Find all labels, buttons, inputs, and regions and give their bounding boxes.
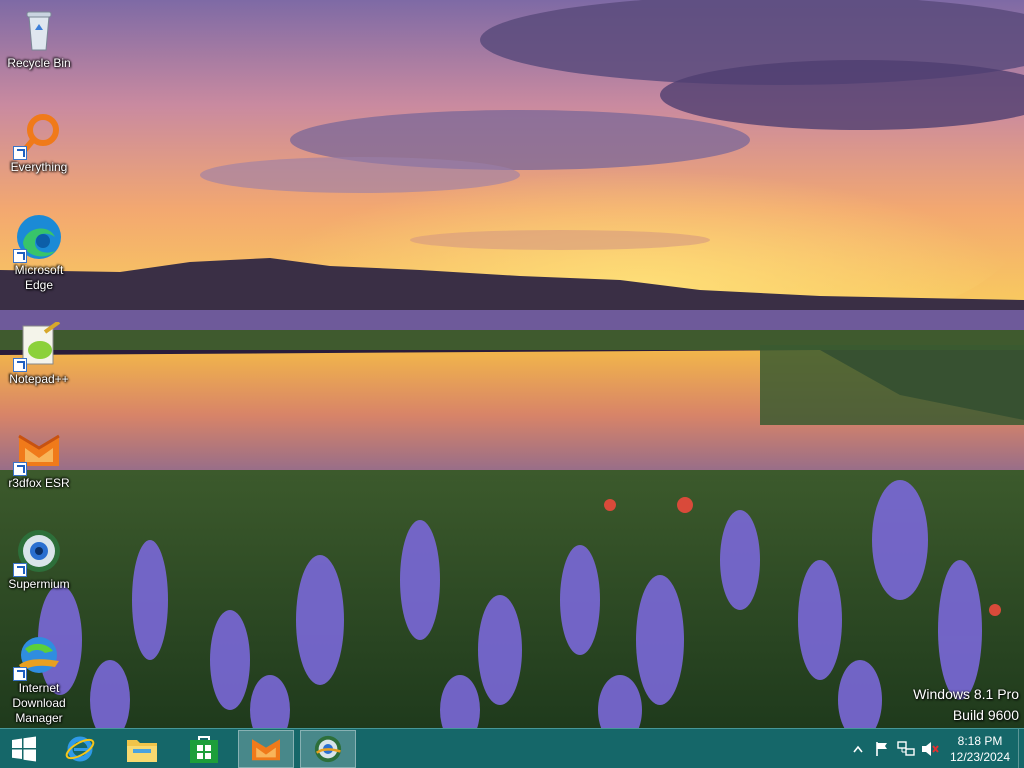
- network-icon[interactable]: [896, 737, 916, 761]
- desktop-icon-label: Supermium: [8, 577, 70, 591]
- desktop-icon-label: Internet Download Manager: [12, 681, 66, 725]
- desktop-icon-label: Everything: [10, 160, 68, 174]
- desktop-icon-supermium[interactable]: Supermium: [4, 527, 74, 592]
- taskbar-clock[interactable]: 8:18 PM 12/23/2024: [946, 733, 1014, 765]
- watermark-build: Build 9600: [952, 707, 1019, 723]
- desktop-icon-notepad-plus-plus[interactable]: Notepad++: [4, 320, 74, 387]
- everything-search-icon: [13, 110, 63, 160]
- volume-muted-icon[interactable]: [920, 737, 940, 761]
- windows-start-icon: [12, 736, 36, 762]
- supermium-icon: [314, 735, 342, 763]
- store-icon: [190, 736, 218, 763]
- edge-icon: [13, 213, 63, 263]
- taskbar-file-explorer[interactable]: [114, 730, 170, 768]
- show-hidden-icons-chevron[interactable]: [848, 737, 868, 761]
- desktop-icon-label: Recycle Bin: [7, 56, 71, 70]
- r3dfox-icon: [13, 426, 63, 476]
- show-desktop-button[interactable]: [1018, 729, 1024, 768]
- taskbar-r3dfox[interactable]: [238, 730, 294, 768]
- idm-icon: [13, 631, 63, 681]
- taskbar-supermium[interactable]: [300, 730, 356, 768]
- supermium-icon: [13, 527, 63, 577]
- taskbar-internet-explorer[interactable]: [52, 730, 108, 768]
- desktop-icon-internet-download-manager[interactable]: Internet Download Manager: [4, 631, 74, 726]
- folder-icon: [127, 740, 157, 762]
- desktop-icon-everything[interactable]: Everything: [4, 110, 74, 175]
- shortcut-arrow-icon: [13, 667, 27, 681]
- action-center-flag-icon[interactable]: [872, 737, 892, 761]
- desktop-icon-label: Microsoft Edge: [14, 263, 64, 292]
- r3dfox-icon: [252, 739, 280, 761]
- shortcut-arrow-icon: [13, 146, 27, 160]
- windows-version-watermark: Windows 8.1 Pro Build 9600: [913, 684, 1019, 726]
- shortcut-arrow-icon: [13, 462, 27, 476]
- shortcut-arrow-icon: [13, 358, 27, 372]
- recycle-bin-icon: [15, 6, 63, 54]
- clock-date: 12/23/2024: [949, 750, 1011, 764]
- shortcut-arrow-icon: [13, 563, 27, 577]
- shortcut-arrow-icon: [13, 249, 27, 263]
- internet-explorer-icon: [65, 736, 95, 762]
- desktop-icon-r3dfox-esr[interactable]: r3dfox ESR: [4, 426, 74, 491]
- start-button[interactable]: [0, 730, 48, 768]
- desktop-icon-label: Notepad++: [9, 372, 69, 386]
- taskbar: 8:18 PM 12/23/2024: [0, 728, 1024, 768]
- desktop-icon-recycle-bin[interactable]: Recycle Bin: [4, 6, 74, 71]
- desktop-wallpaper: [0, 0, 1024, 728]
- notepad-plus-plus-icon: [13, 320, 63, 372]
- desktop-icon-label: r3dfox ESR: [8, 476, 70, 490]
- watermark-edition: Windows 8.1 Pro: [913, 686, 1019, 702]
- clock-time: 8:18 PM: [957, 734, 1003, 748]
- taskbar-store[interactable]: [176, 730, 232, 768]
- desktop-icon-microsoft-edge[interactable]: Microsoft Edge: [4, 213, 74, 293]
